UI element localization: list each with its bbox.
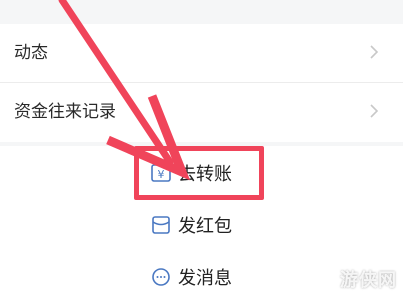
chevron-right-icon [370, 45, 379, 59]
list-item-label: 动态 [14, 43, 48, 63]
red-packet-button[interactable]: 发红包 [150, 210, 232, 240]
list-item-label: 资金往来记录 [14, 102, 116, 122]
top-gap [0, 0, 403, 24]
chat-bubble-icon [152, 268, 170, 286]
page: 动态 资金往来记录 ¥ 去转账 发红包 发消息 游侠网 [0, 0, 403, 300]
send-message-label: 发消息 [178, 268, 232, 289]
list-item-fund-records[interactable]: 资金往来记录 [0, 83, 403, 141]
red-packet-label: 发红包 [178, 216, 232, 237]
info-list: 动态 资金往来记录 [0, 24, 403, 142]
highlight-box [134, 146, 264, 200]
watermark: 游侠网 [340, 270, 397, 291]
list-item-dynamics[interactable]: 动态 [0, 24, 403, 83]
red-packet-icon [152, 216, 170, 234]
send-message-button[interactable]: 发消息 [150, 262, 232, 292]
chevron-right-icon [370, 104, 379, 118]
